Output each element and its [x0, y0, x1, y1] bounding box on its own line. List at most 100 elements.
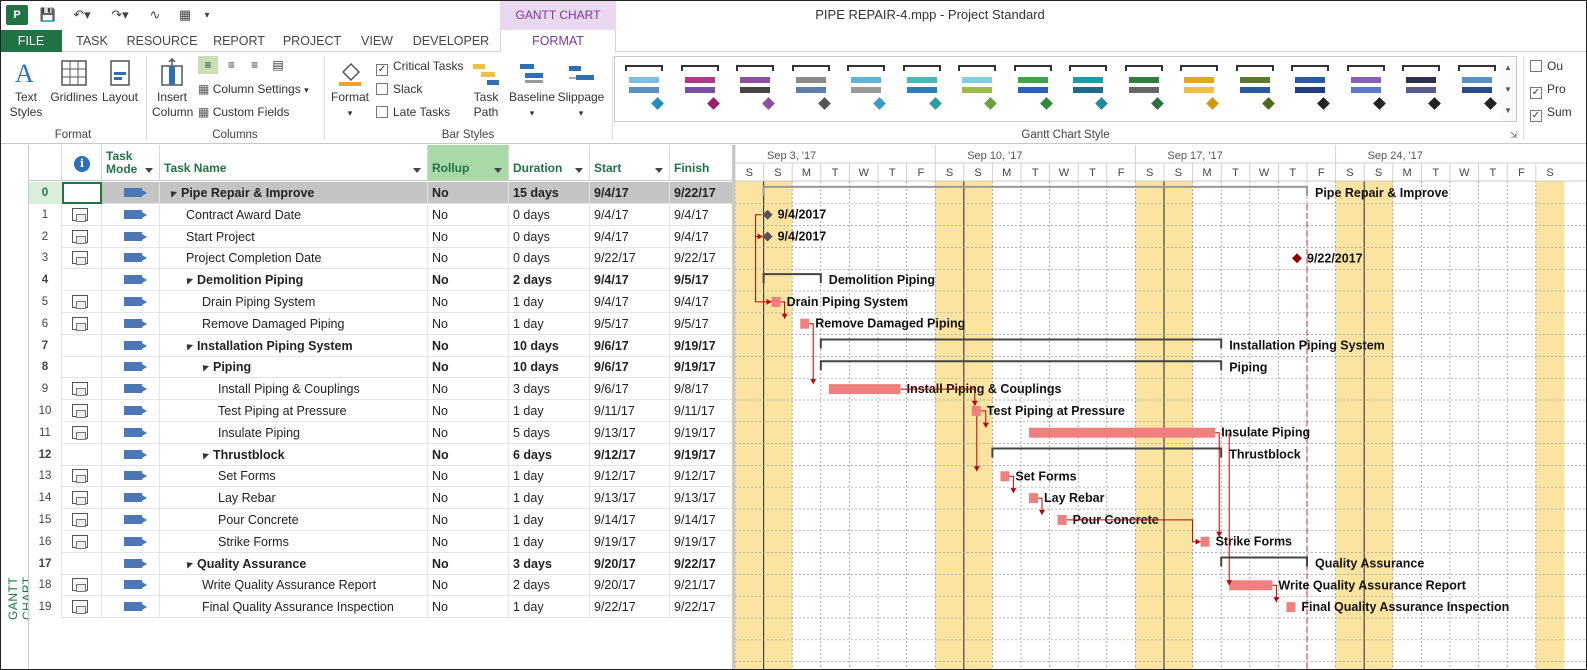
start-cell[interactable]: 9/20/17: [590, 574, 670, 597]
start-cell[interactable]: 9/14/17: [590, 509, 670, 531]
start-cell[interactable]: 9/4/17: [590, 203, 670, 226]
task-name-cell[interactable]: Demolition Piping: [160, 269, 428, 292]
undo-icon[interactable]: ↶▾: [68, 5, 96, 25]
row-id[interactable]: 8: [29, 356, 62, 379]
gantt-style-swatch[interactable]: [899, 63, 945, 113]
rollup-cell[interactable]: No: [428, 574, 509, 597]
gantt-style-swatch[interactable]: [1176, 63, 1222, 113]
duration-cell[interactable]: 1 day: [509, 530, 590, 553]
start-header[interactable]: Start: [590, 145, 670, 181]
duration-cell[interactable]: 5 days: [509, 421, 590, 444]
row-id[interactable]: 5: [29, 291, 62, 313]
duration-cell[interactable]: 2 days: [509, 269, 590, 292]
start-cell[interactable]: 9/12/17: [590, 465, 670, 488]
table-row[interactable]: 17 Quality Assurance No 3 days 9/20/17 9/22/1…: [29, 552, 733, 575]
table-row[interactable]: 9 Install Piping & Couplings No 3 days 9/6/1…: [29, 378, 733, 401]
rollup-cell[interactable]: No: [428, 487, 509, 510]
filter-dropdown-icon[interactable]: [145, 168, 153, 173]
save-icon[interactable]: 💾: [38, 5, 58, 25]
row-id[interactable]: 13: [29, 465, 62, 488]
baseline-button[interactable]: Baseline ▾: [508, 58, 556, 121]
task-mode-cell[interactable]: [102, 465, 160, 488]
task-mode-cell[interactable]: [102, 247, 160, 270]
table-row[interactable]: 14 Lay Rebar No 1 day 9/13/17 9/13/17: [29, 487, 733, 510]
rollup-cell[interactable]: No: [428, 421, 509, 444]
row-id[interactable]: 7: [29, 334, 62, 357]
row-id[interactable]: 17: [29, 552, 62, 575]
row-id[interactable]: 6: [29, 312, 62, 335]
layout-button[interactable]: Layout: [100, 58, 140, 105]
finish-cell[interactable]: 9/22/17: [670, 596, 733, 619]
finish-cell[interactable]: 9/22/17: [670, 247, 733, 270]
finish-cell[interactable]: 9/21/17: [670, 574, 733, 597]
start-cell[interactable]: 9/13/17: [590, 421, 670, 444]
task-mode-cell[interactable]: [102, 378, 160, 401]
duration-cell[interactable]: 6 days: [509, 443, 590, 466]
task-mode-cell[interactable]: [102, 291, 160, 313]
gantt-style-swatch[interactable]: [732, 63, 778, 113]
start-cell[interactable]: 9/4/17: [590, 291, 670, 313]
rollup-cell[interactable]: No: [428, 378, 509, 401]
task-mode-cell[interactable]: [102, 334, 160, 357]
task-name-cell[interactable]: Strike Forms: [160, 530, 428, 553]
collapse-triangle-icon[interactable]: [199, 449, 210, 460]
task-mode-cell[interactable]: [102, 574, 160, 597]
duration-cell[interactable]: 1 day: [509, 400, 590, 422]
task-name-cell[interactable]: Insulate Piping: [160, 421, 428, 444]
tab-report[interactable]: REPORT: [206, 30, 272, 52]
gantt-style-swatch[interactable]: [788, 63, 834, 113]
duration-cell[interactable]: 10 days: [509, 334, 590, 357]
row-id[interactable]: 10: [29, 400, 62, 422]
filter-dropdown-icon[interactable]: [655, 168, 663, 173]
start-cell[interactable]: 9/20/17: [590, 552, 670, 575]
project-app-icon[interactable]: P: [6, 5, 28, 25]
tab-project[interactable]: PROJECT: [278, 30, 346, 52]
outline-number-checkbox[interactable]: Ou: [1530, 57, 1563, 75]
start-cell[interactable]: 9/4/17: [590, 269, 670, 292]
finish-cell[interactable]: 9/19/17: [670, 334, 733, 357]
task-name-cell[interactable]: Pour Concrete: [160, 509, 428, 531]
row-id[interactable]: 2: [29, 225, 62, 248]
gallery-up-icon[interactable]: ▲: [1500, 57, 1516, 79]
select-all-corner[interactable]: [29, 145, 62, 181]
gantt-style-swatch[interactable]: [1010, 63, 1056, 113]
finish-cell[interactable]: 9/4/17: [670, 291, 733, 313]
duration-cell[interactable]: 0 days: [509, 247, 590, 270]
task-mode-cell[interactable]: [102, 356, 160, 379]
summary-tasks-checkbox[interactable]: ✓ Sum: [1530, 103, 1572, 122]
duration-cell[interactable]: 0 days: [509, 203, 590, 226]
table-row[interactable]: 19 Final Quality Assurance Inspection No 1 …: [29, 596, 733, 619]
finish-cell[interactable]: 9/22/17: [670, 182, 733, 204]
view-icon[interactable]: ▦: [174, 5, 196, 25]
task-path-button[interactable]: Task Path: [466, 58, 506, 120]
task-mode-cell[interactable]: [102, 443, 160, 466]
table-row[interactable]: 16 Strike Forms No 1 day 9/19/17 9/19/17: [29, 530, 733, 553]
finish-cell[interactable]: 9/5/17: [670, 269, 733, 292]
start-cell[interactable]: 9/6/17: [590, 334, 670, 357]
finish-cell[interactable]: 9/4/17: [670, 203, 733, 226]
start-cell[interactable]: 9/19/17: [590, 530, 670, 553]
gantt-chart[interactable]: Sep 3, '17 Sep 10, '17 Sep 17, '17 Sep 24, …: [735, 145, 1587, 670]
finish-cell[interactable]: 9/13/17: [670, 487, 733, 510]
row-id[interactable]: 15: [29, 509, 62, 531]
rollup-cell[interactable]: No: [428, 465, 509, 488]
tab-file[interactable]: FILE: [0, 30, 62, 52]
task-name-cell[interactable]: Final Quality Assurance Inspection: [160, 596, 428, 619]
finish-cell[interactable]: 9/19/17: [670, 421, 733, 444]
start-cell[interactable]: 9/22/17: [590, 247, 670, 270]
gantt-style-swatch[interactable]: [677, 63, 723, 113]
rollup-cell[interactable]: No: [428, 182, 509, 204]
slippage-button[interactable]: Slippage ▾: [556, 58, 606, 121]
task-name-cell[interactable]: Lay Rebar: [160, 487, 428, 510]
align-right-icon[interactable]: ≡: [245, 56, 265, 74]
task-mode-cell[interactable]: [102, 203, 160, 226]
task-mode-cell[interactable]: [102, 487, 160, 510]
task-mode-cell[interactable]: [102, 509, 160, 531]
rollup-cell[interactable]: No: [428, 225, 509, 248]
custom-fields-button[interactable]: ▦ Custom Fields: [198, 103, 289, 121]
task-name-cell[interactable]: Remove Damaged Piping: [160, 312, 428, 335]
rollup-cell[interactable]: No: [428, 596, 509, 619]
duration-cell[interactable]: 1 day: [509, 312, 590, 335]
gallery-scroll[interactable]: ▲ ▼ ▼: [1500, 56, 1517, 122]
filter-dropdown-icon[interactable]: [413, 168, 421, 173]
